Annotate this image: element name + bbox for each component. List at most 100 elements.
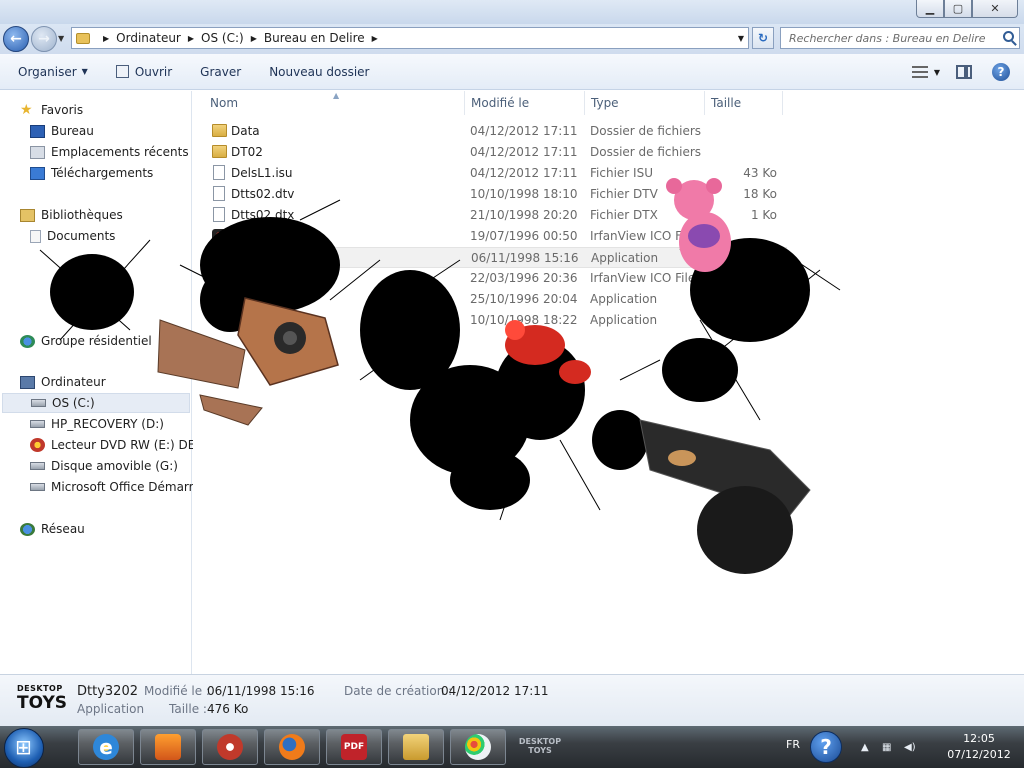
nav-network[interactable]: Réseau <box>20 519 85 539</box>
column-header-size[interactable]: Taille <box>705 91 783 115</box>
command-bar: Organiser ▼ Ouvrir Graver Nouveau dossie… <box>0 54 1024 90</box>
file-row-selected[interactable]: Dtty3202 06/11/1998 15:16 Application <box>207 247 787 268</box>
nav-documents[interactable]: Documents <box>30 226 115 246</box>
logo-line1: DESKTOP <box>17 684 63 693</box>
file-row[interactable]: 22/03/1996 20:36 IrfanView ICO File <box>207 268 787 289</box>
file-list: Nom ▲ Modifié le Type Taille Data 04/12/… <box>193 91 1024 674</box>
taskbar-pdf[interactable]: PDF <box>326 729 382 765</box>
view-chevron-down-icon[interactable]: ▼ <box>934 68 940 77</box>
nav-favorites[interactable]: ★ Favoris <box>20 100 83 120</box>
maximize-button[interactable]: ▢ <box>944 0 972 18</box>
file-row[interactable]: Data 04/12/2012 17:11 Dossier de fichier… <box>207 121 787 142</box>
address-bar[interactable]: ▶ Ordinateur ▶ OS (C:) ▶ Bureau en Delir… <box>71 27 749 49</box>
nav-drive-e[interactable]: Lecteur DVD RW (E:) DELIR <box>30 435 214 455</box>
desktop-icon <box>30 124 45 138</box>
breadcrumb-computer[interactable]: Ordinateur <box>116 31 181 45</box>
details-created-value: 04/12/2012 17:11 <box>441 684 549 698</box>
help-icon[interactable]: ? <box>992 63 1010 81</box>
help-tray-icon[interactable]: ? <box>810 731 842 763</box>
taskbar-explorer[interactable] <box>388 729 444 765</box>
chevron-right-icon[interactable]: ▶ <box>188 34 194 43</box>
nav-drive-c[interactable]: OS (C:) <box>2 393 190 413</box>
breadcrumb-os-c[interactable]: OS (C:) <box>201 31 244 45</box>
taskbar-paint[interactable] <box>450 729 506 765</box>
back-button[interactable]: ← <box>3 26 29 52</box>
nav-homegroup[interactable]: Groupe résidentiel <box>20 331 152 351</box>
breadcrumb-bureau-en-delire[interactable]: Bureau en Delire <box>264 31 365 45</box>
taskbar-internet-explorer[interactable]: e <box>78 729 134 765</box>
column-size-label: Taille <box>711 96 742 110</box>
new-folder-button[interactable]: Nouveau dossier <box>269 65 369 79</box>
taskbar-media-player[interactable] <box>140 729 196 765</box>
file-explorer-icon <box>403 734 429 760</box>
nav-recent-places[interactable]: Emplacements récents <box>30 142 189 162</box>
nav-drive-g[interactable]: Disque amovible (G:) <box>30 456 178 476</box>
language-indicator[interactable]: FR <box>786 738 800 751</box>
clock-date: 07/12/2012 <box>947 748 1011 761</box>
column-header-type[interactable]: Type <box>585 91 705 115</box>
nav-downloads[interactable]: Téléchargements <box>30 163 153 183</box>
dvd-drive-icon <box>30 438 45 452</box>
chevron-right-icon[interactable]: ▶ <box>372 34 378 43</box>
file-date: 10/10/1998 18:22 <box>470 313 578 327</box>
homegroup-icon <box>20 334 35 348</box>
network-status-icon[interactable]: ▦ <box>882 742 891 753</box>
file-row[interactable]: 10/10/1998 18:22 Application <box>207 310 787 331</box>
desktop-toys-icon: DESKTOP TOYS <box>519 737 561 756</box>
chevron-right-icon[interactable]: ▶ <box>103 34 109 43</box>
address-dropdown-chevron-icon[interactable]: ▼ <box>738 34 744 43</box>
file-row[interactable]: DT02 04/12/2012 17:11 Dossier de fichier… <box>207 142 787 163</box>
nav-drive-office[interactable]: Microsoft Office Démarrer <box>30 477 206 497</box>
organize-button[interactable]: Organiser ▼ <box>18 65 88 79</box>
preview-pane-icon[interactable] <box>956 65 972 79</box>
burn-button[interactable]: Graver <box>200 65 241 79</box>
nav-documents-label: Documents <box>47 229 116 243</box>
file-type: Dossier de fichiers <box>590 124 702 138</box>
nav-computer[interactable]: Ordinateur <box>20 372 106 392</box>
nav-drive-d[interactable]: HP_RECOVERY (D:) <box>30 414 164 434</box>
file-date: 25/10/1996 20:04 <box>470 292 578 306</box>
refresh-button[interactable]: ↻ <box>752 27 774 49</box>
close-button[interactable]: ✕ <box>972 0 1018 18</box>
open-icon <box>115 65 129 78</box>
taskbar-firefox[interactable] <box>264 729 320 765</box>
details-pane: DESKTOP TOYS Dtty3202 Application Modifi… <box>0 674 1024 726</box>
chevron-right-icon[interactable]: ▶ <box>251 34 257 43</box>
file-row[interactable]: Dtts02.dtx 21/10/1998 20:20 Fichier DTX … <box>207 205 787 226</box>
file-name: Dtty <box>231 229 257 243</box>
forward-button[interactable]: → <box>31 26 57 52</box>
search-placeholder: Rechercher dans : Bureau en Delire <box>789 31 986 45</box>
taskbar-app-3[interactable] <box>202 729 258 765</box>
clock[interactable]: 12:05 07/12/2012 <box>944 731 1014 763</box>
nav-libraries[interactable]: Bibliothèques <box>20 205 123 225</box>
nav-libraries-label: Bibliothèques <box>41 208 123 222</box>
file-type: Application <box>591 251 659 265</box>
file-row[interactable]: Dtty 19/07/1996 00:50 IrfanView ICO File <box>207 226 787 247</box>
file-row[interactable]: 25/10/1996 20:04 Application <box>207 289 787 310</box>
search-input[interactable]: Rechercher dans : Bureau en Delire <box>780 27 1020 49</box>
search-icon[interactable] <box>1003 31 1014 42</box>
network-icon <box>20 522 35 536</box>
start-button[interactable] <box>4 728 44 768</box>
minimize-button[interactable]: ▁ <box>916 0 944 18</box>
pdf-icon: PDF <box>341 734 367 760</box>
file-name: Dtts02.dtv <box>231 187 295 201</box>
volume-icon[interactable]: ◀) <box>904 742 916 753</box>
open-button[interactable]: Ouvrir <box>115 65 172 79</box>
column-header-name[interactable]: Nom ▲ <box>193 91 465 115</box>
file-type: Application <box>590 292 658 306</box>
removable-disk-icon <box>30 462 45 470</box>
desktop-toys-logo: DESKTOP TOYS <box>17 684 67 719</box>
recent-pages-chevron-icon[interactable]: ▼ <box>58 34 64 43</box>
nav-drive-label: Microsoft Office Démarrer <box>51 480 206 494</box>
details-size-value: 476 Ko <box>207 702 249 716</box>
title-bar: ▁ ▢ ✕ <box>0 0 1024 24</box>
column-header-modified[interactable]: Modifié le <box>465 91 585 115</box>
taskbar-desktop-toys[interactable]: DESKTOP TOYS <box>512 729 568 765</box>
nav-desktop[interactable]: Bureau <box>30 121 94 141</box>
view-options-icon[interactable] <box>911 66 928 78</box>
new-folder-label: Nouveau dossier <box>269 64 370 79</box>
show-hidden-icons-icon[interactable]: ▲ <box>861 742 869 753</box>
file-row[interactable]: DelsL1.isu 04/12/2012 17:11 Fichier ISU … <box>207 163 787 184</box>
file-row[interactable]: Dtts02.dtv 10/10/1998 18:10 Fichier DTV … <box>207 184 787 205</box>
